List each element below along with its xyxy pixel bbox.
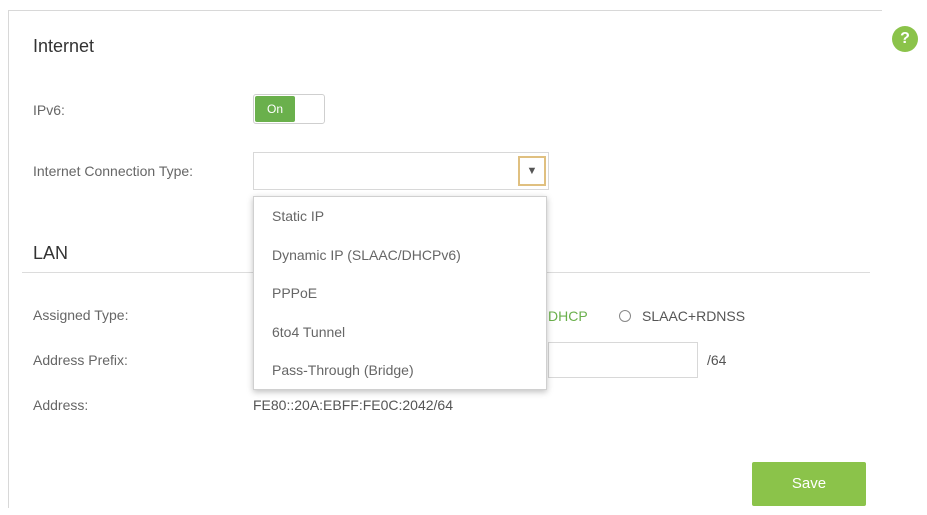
help-icon[interactable]: ? <box>892 26 918 52</box>
option-static-ip[interactable]: Static IP <box>254 197 546 236</box>
connection-type-dropdown: Static IP Dynamic IP (SLAAC/DHCPv6) PPPo… <box>253 196 547 390</box>
address-prefix-label: Address Prefix: <box>33 352 128 368</box>
option-pass-through[interactable]: Pass-Through (Bridge) <box>254 351 546 390</box>
address-label: Address: <box>33 397 89 413</box>
option-6to4-tunnel[interactable]: 6to4 Tunnel <box>254 313 546 352</box>
lan-section-title: LAN <box>33 243 69 263</box>
radio-dhcp-label[interactable]: DHCP <box>548 308 588 324</box>
option-dynamic-ip[interactable]: Dynamic IP (SLAAC/DHCPv6) <box>254 236 546 275</box>
prefix-length-suffix: /64 <box>707 352 727 368</box>
dropdown-arrow-icon[interactable]: ▼ <box>518 156 546 186</box>
connection-type-select[interactable]: ▼ <box>253 152 549 190</box>
internet-section-title: Internet <box>33 36 95 56</box>
connection-type-label: Internet Connection Type: <box>33 163 194 179</box>
ipv6-toggle-on-label: On <box>255 96 295 122</box>
ipv6-toggle[interactable]: On <box>253 94 325 124</box>
option-pppoe[interactable]: PPPoE <box>254 274 546 313</box>
address-value: FE80::20A:EBFF:FE0C:2042/64 <box>253 397 453 413</box>
radio-slaac-rdnss[interactable] <box>619 310 631 322</box>
radio-slaac-rdnss-label[interactable]: SLAAC+RDNSS <box>642 308 745 324</box>
address-prefix-input[interactable] <box>548 342 698 378</box>
ipv6-label: IPv6: <box>33 102 65 118</box>
save-button[interactable]: Save <box>752 462 866 506</box>
assigned-type-label: Assigned Type: <box>33 307 129 323</box>
